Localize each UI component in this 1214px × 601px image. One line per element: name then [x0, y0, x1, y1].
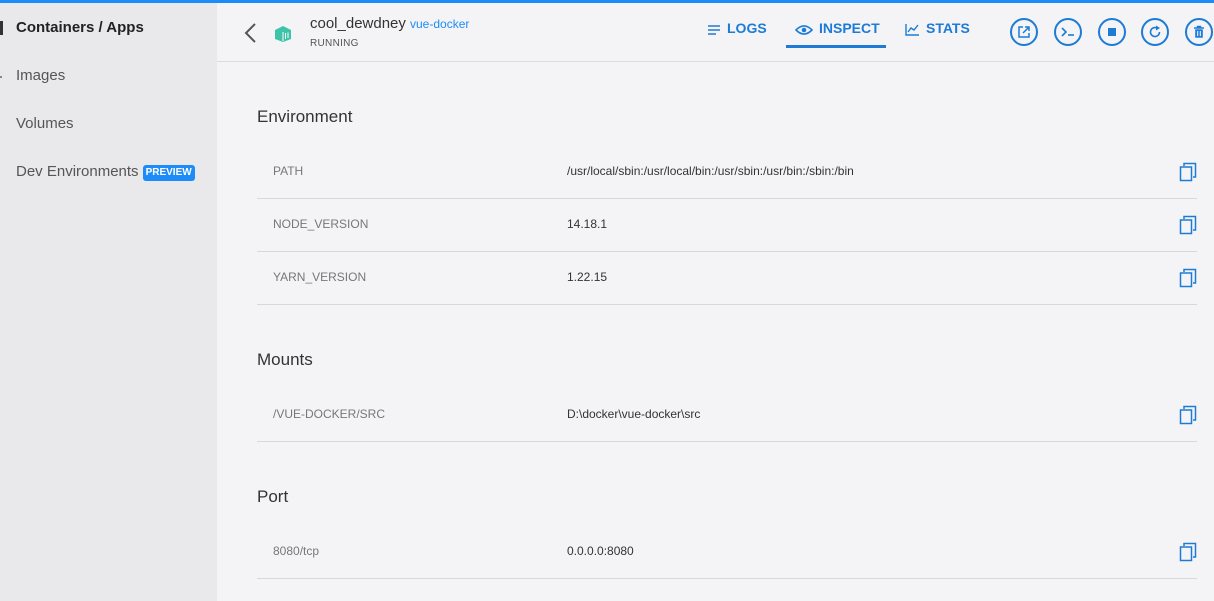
back-button[interactable]: [241, 21, 261, 45]
container-name: cool_dewdney: [310, 15, 406, 32]
sidebar-item-label: Volumes: [16, 115, 74, 132]
sidebar-item-label: Containers / Apps: [16, 19, 144, 36]
active-indicator: [0, 21, 3, 35]
sidebar-item-label: Images: [16, 67, 66, 84]
restart-icon: [1149, 25, 1161, 38]
mount-row: /VUE-DOCKER/SRC D:\docker\vue-docker\src: [257, 389, 1197, 442]
logs-icon: [708, 25, 720, 35]
sidebar-item-containers-apps[interactable]: Containers / Apps: [16, 18, 144, 38]
row-value: D:\docker\vue-docker\src: [567, 407, 701, 421]
env-row-path: PATH /usr/local/sbin:/usr/local/bin:/usr…: [257, 146, 1197, 199]
copy-icon: [1179, 268, 1197, 288]
section-title-environment: Environment: [257, 107, 353, 126]
tab-stats[interactable]: STATS: [905, 20, 970, 42]
cli-icon: [1061, 27, 1074, 37]
sidebar-dot: [0, 76, 2, 78]
row-key: 8080/tcp: [273, 544, 320, 558]
row-key: PATH: [273, 164, 304, 178]
row-value: 14.18.1: [567, 217, 608, 231]
sidebar-item-volumes[interactable]: Volumes: [16, 114, 74, 134]
sidebar: Containers / Apps Images Volumes Dev Env…: [0, 3, 217, 601]
stop-icon: [1108, 28, 1116, 36]
stop-button[interactable]: [1098, 18, 1126, 46]
eye-icon: [794, 25, 814, 35]
delete-button[interactable]: [1185, 18, 1213, 46]
copy-icon: [1179, 162, 1197, 182]
restart-button[interactable]: [1141, 18, 1169, 46]
copy-icon: [1179, 215, 1197, 235]
chevron-left-icon: [244, 23, 256, 43]
tab-label: STATS: [926, 20, 970, 36]
row-key: /VUE-DOCKER/SRC: [273, 407, 386, 421]
env-row-node-version: NODE_VERSION 14.18.1: [257, 199, 1197, 252]
tab-label: INSPECT: [819, 20, 880, 36]
active-tab-underline: [786, 45, 886, 48]
tab-logs[interactable]: LOGS: [707, 20, 767, 42]
tab-label: LOGS: [727, 20, 767, 36]
preview-badge: PREVIEW: [142, 165, 195, 181]
cli-button[interactable]: [1054, 18, 1082, 46]
row-key: NODE_VERSION: [273, 217, 369, 231]
copy-icon: [1179, 542, 1197, 562]
tab-inspect[interactable]: INSPECT: [794, 20, 880, 42]
container-header: cool_dewdney vue-docker RUNNING LOGS INS…: [217, 3, 1214, 62]
sidebar-item-dev-environments[interactable]: Dev Environments PREVIEW: [16, 162, 195, 182]
chart-icon: [905, 24, 919, 36]
row-value: /usr/local/sbin:/usr/local/bin:/usr/sbin…: [567, 164, 854, 178]
copy-button[interactable]: [1179, 215, 1197, 235]
image-link[interactable]: vue-docker: [410, 17, 469, 31]
sidebar-item-label: Dev Environments: [16, 163, 139, 180]
open-in-browser-icon: [1018, 26, 1030, 38]
section-title-port: Port: [257, 487, 289, 506]
delete-icon: [1194, 25, 1204, 38]
section-title-mounts: Mounts: [257, 350, 313, 369]
copy-button[interactable]: [1179, 268, 1197, 288]
env-row-yarn-version: YARN_VERSION 1.22.15: [257, 252, 1197, 305]
copy-button[interactable]: [1179, 542, 1197, 562]
container-icon: [273, 25, 293, 43]
copy-button[interactable]: [1179, 162, 1197, 182]
copy-button[interactable]: [1179, 405, 1197, 425]
row-value: 1.22.15: [567, 270, 608, 284]
row-value: 0.0.0.0:8080: [567, 544, 634, 558]
sidebar-item-images[interactable]: Images: [16, 66, 65, 86]
port-row: 8080/tcp 0.0.0.0:8080: [257, 526, 1197, 579]
copy-icon: [1179, 405, 1197, 425]
status-label: RUNNING: [310, 38, 359, 49]
open-in-browser-button[interactable]: [1010, 18, 1038, 46]
row-key: YARN_VERSION: [273, 270, 367, 284]
